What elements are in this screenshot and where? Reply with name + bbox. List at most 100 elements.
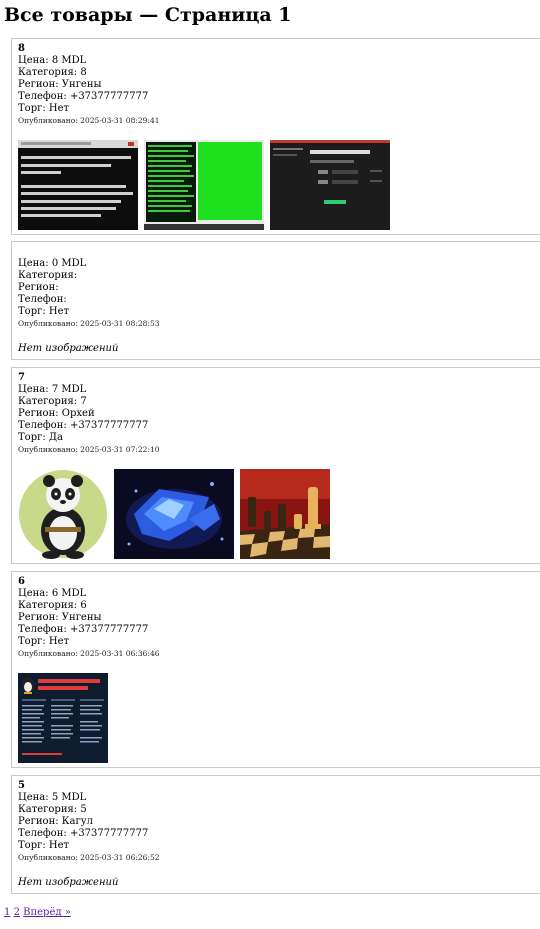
category-label: Категория: — [18, 804, 78, 815]
price-label: Цена: — [18, 55, 49, 66]
bargain-value: Нет — [48, 103, 70, 114]
bargain-label: Торг: — [18, 636, 46, 647]
published-row: Опубликовано: 2025-03-31 07:22:10 — [18, 444, 540, 456]
bargain-label: Торг: — [18, 306, 46, 317]
published-value: 2025-03-31 06:36:46 — [80, 649, 160, 658]
chess-pieces-image[interactable] — [240, 469, 330, 559]
bargain-value: Нет — [48, 636, 70, 647]
region-label: Регион: — [18, 282, 59, 293]
phone-label: Телефон: — [18, 420, 67, 431]
price-value: 8 MDL — [51, 55, 87, 66]
product-card: 8 Цена: 8 MDL Категория: 8 Регион: Унген… — [11, 38, 540, 235]
published-row: Опубликовано: 2025-03-31 06:26:52 — [18, 852, 540, 864]
phone-label: Телефон: — [18, 294, 67, 305]
category-row: Категория: — [18, 270, 540, 282]
published-label: Опубликовано: — [18, 116, 78, 125]
page-title: Все товары — Страница 1 — [4, 4, 292, 26]
region-label: Регион: — [18, 612, 59, 623]
product-title: 8 — [18, 43, 25, 54]
published-row: Опубликовано: 2025-03-31 06:36:46 — [18, 648, 540, 660]
published-row: Опубликовано: 2025-03-31 08:28:53 — [18, 318, 540, 330]
bargain-value: Да — [48, 432, 63, 443]
pagination-next-link[interactable]: Вперёд » — [23, 907, 71, 918]
published-label: Опубликовано: — [18, 649, 78, 658]
terminal-screenshot[interactable] — [18, 140, 138, 230]
product-title: 7 — [18, 372, 25, 383]
published-value: 2025-03-31 08:29:41 — [80, 116, 160, 125]
phone-value: +37377777777 — [69, 420, 149, 431]
category-label: Категория: — [18, 67, 78, 78]
price-row: Цена: 6 MDL — [18, 588, 540, 600]
bargain-row: Торг: Да — [18, 432, 540, 444]
bargain-value: Нет — [48, 840, 70, 851]
price-value: 6 MDL — [51, 588, 87, 599]
region-label: Регион: — [18, 408, 59, 419]
region-row: Регион: — [18, 282, 540, 294]
bargain-label: Торг: — [18, 840, 46, 851]
bargain-label: Торг: — [18, 432, 46, 443]
phone-label: Телефон: — [18, 828, 67, 839]
no-images-text: Нет изображений — [18, 343, 119, 354]
region-row: Регион: Унгены — [18, 79, 540, 91]
bargain-row: Торг: Нет — [18, 840, 540, 852]
category-row: Категория: 6 — [18, 600, 540, 612]
bargain-row: Торг: Нет — [18, 306, 540, 318]
product-title — [18, 246, 540, 258]
region-value: Кагул — [61, 816, 93, 827]
pagination: 1 2 Вперёд » — [4, 906, 71, 920]
dark-settings-screenshot[interactable] — [270, 140, 390, 230]
phone-value: +37377777777 — [69, 91, 149, 102]
pagination-page-2[interactable]: 2 — [14, 907, 20, 918]
region-label: Регион: — [18, 79, 59, 90]
region-row: Регион: Орхей — [18, 408, 540, 420]
linux-cheatsheet-image[interactable] — [18, 673, 108, 763]
price-row: Цена: 7 MDL — [18, 384, 540, 396]
price-value: 7 MDL — [51, 384, 87, 395]
published-label: Опубликовано: — [18, 853, 78, 862]
category-label: Категория: — [18, 396, 78, 407]
phone-row: Телефон: +37377777777 — [18, 420, 540, 432]
phone-label: Телефон: — [18, 624, 67, 635]
green-terminal-screenshot[interactable] — [144, 140, 264, 230]
panda-image[interactable] — [18, 469, 108, 559]
product-title: 6 — [18, 576, 25, 587]
region-label: Регион: — [18, 816, 59, 827]
no-images-text: Нет изображений — [18, 877, 119, 888]
published-label: Опубликовано: — [18, 319, 78, 328]
pagination-page-1[interactable]: 1 — [4, 907, 10, 918]
category-row: Категория: 7 — [18, 396, 540, 408]
category-label: Категория: — [18, 600, 78, 611]
category-value: 7 — [80, 396, 87, 407]
phone-label: Телефон: — [18, 91, 67, 102]
bargain-label: Торг: — [18, 103, 46, 114]
category-value: 8 — [80, 67, 87, 78]
product-card: Цена: 0 MDL Категория: Регион: Телефон: … — [11, 241, 540, 360]
price-label: Цена: — [18, 384, 49, 395]
phone-value: +37377777777 — [69, 624, 149, 635]
product-title: 5 — [18, 780, 25, 791]
region-value: Унгены — [61, 79, 102, 90]
price-row: Цена: 0 MDL — [18, 258, 540, 270]
product-card: 5 Цена: 5 MDL Категория: 5 Регион: Кагул… — [11, 775, 540, 894]
phone-row: Телефон: +37377777777 — [18, 91, 540, 103]
published-value: 2025-03-31 06:26:52 — [80, 853, 160, 862]
blue-crystal-image[interactable] — [114, 469, 234, 559]
region-value: Орхей — [61, 408, 95, 419]
region-value: Унгены — [61, 612, 102, 623]
category-row: Категория: 8 — [18, 67, 540, 79]
price-row: Цена: 5 MDL — [18, 792, 540, 804]
bargain-row: Торг: Нет — [18, 636, 540, 648]
region-row: Регион: Унгены — [18, 612, 540, 624]
published-row: Опубликовано: 2025-03-31 08:29:41 — [18, 115, 540, 127]
product-card: 7 Цена: 7 MDL Категория: 7 Регион: Орхей… — [11, 367, 540, 564]
price-row: Цена: 8 MDL — [18, 55, 540, 67]
category-value: 5 — [80, 804, 87, 815]
bargain-row: Торг: Нет — [18, 103, 540, 115]
price-value: 0 MDL — [51, 258, 87, 269]
price-label: Цена: — [18, 588, 49, 599]
category-label: Категория: — [18, 270, 78, 281]
published-value: 2025-03-31 07:22:10 — [80, 445, 160, 454]
region-row: Регион: Кагул — [18, 816, 540, 828]
phone-row: Телефон: +37377777777 — [18, 828, 540, 840]
phone-row: Телефон: +37377777777 — [18, 624, 540, 636]
